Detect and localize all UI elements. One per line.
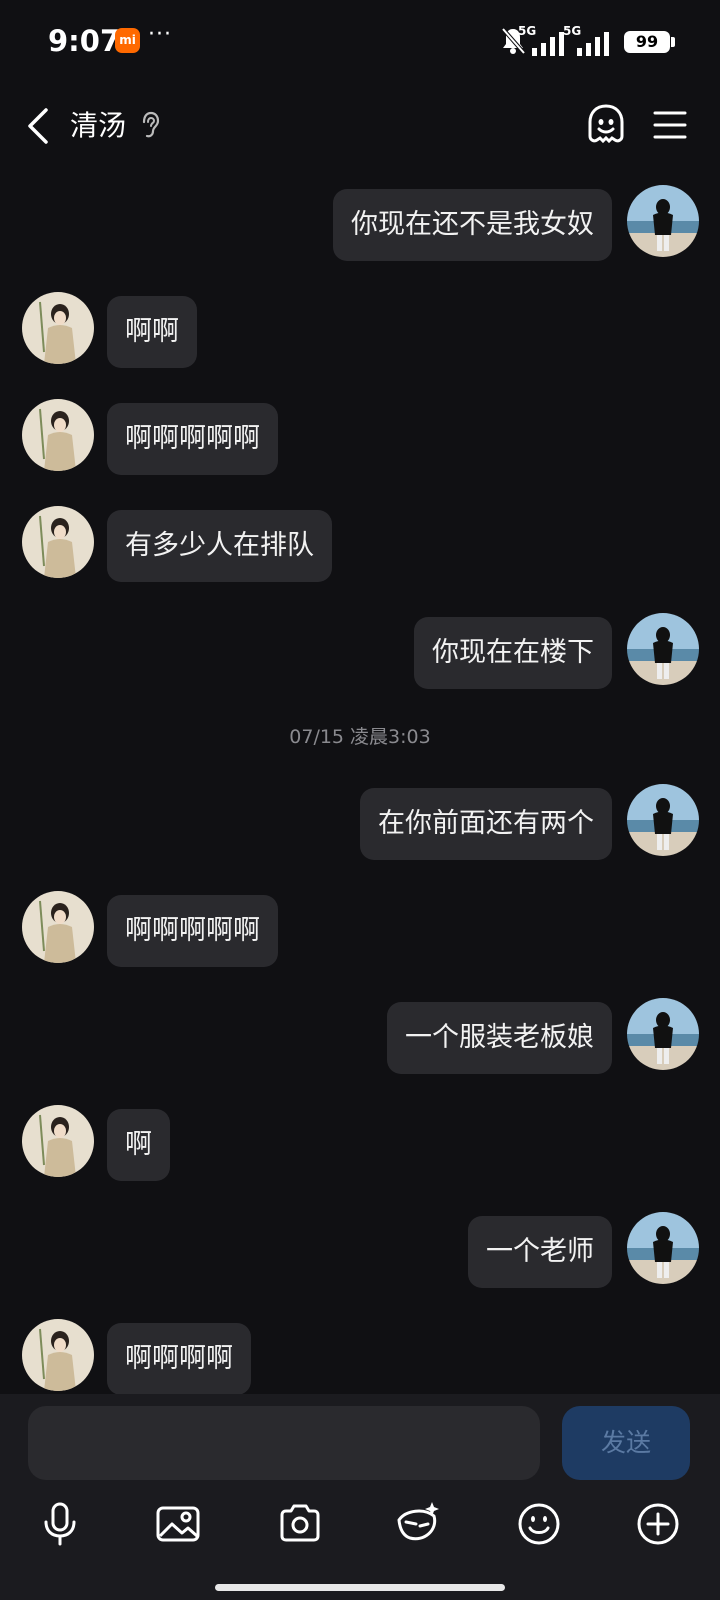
status-time: 9:07 — [48, 24, 121, 58]
time-divider: 07/15 凌晨3:03 — [289, 726, 431, 748]
self-avatar[interactable] — [627, 784, 699, 856]
message-row-outgoing: 你现在在楼下 — [0, 613, 720, 689]
message-bubble[interactable]: 啊啊啊啊啊 — [107, 895, 278, 967]
message-row-incoming: 啊啊啊啊啊 — [0, 891, 720, 967]
message-bubble[interactable]: 你现在还不是我女奴 — [333, 189, 612, 261]
message-bubble[interactable]: 啊啊啊啊啊 — [107, 403, 278, 475]
camera-icon[interactable] — [276, 1500, 324, 1548]
send-button[interactable]: 发送 — [562, 1406, 690, 1480]
menu-icon[interactable] — [652, 108, 688, 142]
self-avatar[interactable] — [627, 613, 699, 685]
ghost-icon[interactable] — [584, 102, 628, 146]
message-row-incoming: 啊啊啊啊啊 — [0, 399, 720, 475]
message-bubble[interactable]: 啊 — [107, 1109, 170, 1181]
contact-avatar[interactable] — [22, 891, 94, 963]
ai-effect-icon[interactable] — [394, 1500, 442, 1548]
message-row-outgoing: 一个服装老板娘 — [0, 998, 720, 1074]
contact-avatar[interactable] — [22, 399, 94, 471]
self-avatar[interactable] — [627, 1212, 699, 1284]
self-avatar[interactable] — [627, 998, 699, 1070]
message-list[interactable]: 你现在还不是我女奴 啊啊 啊啊啊啊啊 有多少人在排队 你现在在楼下 07/15 … — [0, 168, 720, 1394]
message-bubble[interactable]: 啊啊 — [107, 296, 197, 368]
message-bubble[interactable]: 啊啊啊啊 — [107, 1323, 251, 1394]
message-row-incoming: 啊啊 — [0, 292, 720, 368]
input-bar: 发送 — [0, 1394, 720, 1600]
message-row-incoming: 啊啊啊啊 — [0, 1319, 720, 1394]
message-bubble[interactable]: 有多少人在排队 — [107, 510, 332, 582]
mi-app-icon: mi — [115, 28, 140, 53]
battery-indicator: 99 — [624, 31, 670, 53]
message-input[interactable] — [28, 1406, 540, 1480]
self-avatar[interactable] — [627, 185, 699, 257]
message-row-outgoing: 一个老师 — [0, 1212, 720, 1288]
emoji-icon[interactable] — [515, 1500, 563, 1548]
more-notifications-icon: ··· — [148, 22, 172, 47]
status-bar: 9:07 mi ··· 5G 5G 99 — [0, 0, 720, 84]
ear-icon[interactable] — [138, 110, 162, 140]
plus-icon[interactable] — [634, 1500, 682, 1548]
message-row-incoming: 啊 — [0, 1105, 720, 1181]
message-bubble[interactable]: 你现在在楼下 — [414, 617, 612, 689]
chat-title[interactable]: 清汤 — [70, 104, 126, 144]
signal-1-icon: 5G — [518, 24, 568, 56]
image-icon[interactable] — [154, 1500, 202, 1548]
home-indicator[interactable] — [215, 1584, 505, 1591]
message-row-incoming: 有多少人在排队 — [0, 506, 720, 582]
message-bubble[interactable]: 一个服装老板娘 — [387, 1002, 612, 1074]
microphone-icon[interactable] — [36, 1500, 84, 1548]
message-bubble[interactable]: 在你前面还有两个 — [360, 788, 612, 860]
contact-avatar[interactable] — [22, 292, 94, 364]
message-row-outgoing: 你现在还不是我女奴 — [0, 185, 720, 261]
back-icon[interactable] — [20, 104, 60, 148]
signal-2-icon: 5G — [563, 24, 613, 56]
message-row-outgoing: 在你前面还有两个 — [0, 784, 720, 860]
contact-avatar[interactable] — [22, 1319, 94, 1391]
chat-header: 清汤 — [0, 84, 720, 168]
message-bubble[interactable]: 一个老师 — [468, 1216, 612, 1288]
contact-avatar[interactable] — [22, 506, 94, 578]
battery-tip — [671, 37, 675, 47]
contact-avatar[interactable] — [22, 1105, 94, 1177]
